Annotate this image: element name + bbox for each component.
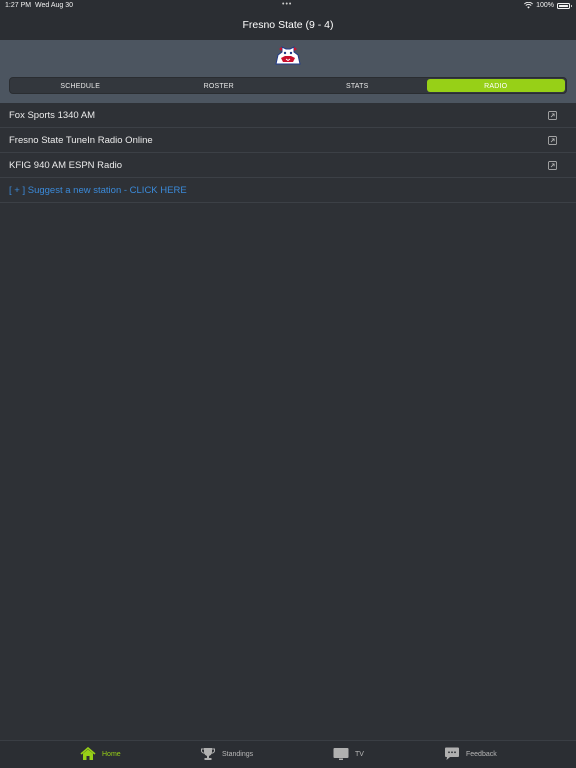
external-link-icon	[548, 136, 557, 145]
tab-tv-label: TV	[355, 750, 364, 758]
battery-icon	[557, 2, 572, 9]
chat-bubble-icon	[445, 747, 459, 760]
trophy-icon	[201, 748, 215, 760]
station-label: Fox Sports 1340 AM	[9, 110, 96, 121]
home-icon	[80, 747, 96, 760]
tab-radio[interactable]: RADIO	[426, 79, 565, 92]
suggest-station-link[interactable]: [ + ] Suggest a new station - CLICK HERE	[9, 185, 187, 196]
list-item[interactable]: Fresno State TuneIn Radio Online	[0, 128, 576, 153]
status-time: 1:27 PM	[5, 2, 32, 9]
list-item[interactable]: KFIG 940 AM ESPN Radio	[0, 153, 576, 178]
page-title: Fresno State (9 - 4)	[242, 19, 334, 31]
station-label: Fresno State TuneIn Radio Online	[9, 135, 153, 146]
tab-feedback-label: Feedback	[466, 750, 497, 758]
suggest-station-row[interactable]: [ + ] Suggest a new station - CLICK HERE	[0, 178, 576, 203]
tab-schedule[interactable]: SCHEDULE	[11, 79, 150, 92]
bulldog-logo-icon	[275, 46, 301, 65]
tab-standings[interactable]: Standings	[200, 747, 253, 761]
status-date: Wed Aug 30	[35, 2, 74, 9]
tab-roster[interactable]: ROSTER	[150, 79, 289, 92]
tab-feedback[interactable]: Feedback	[444, 747, 497, 761]
tab-stats[interactable]: STATS	[288, 79, 427, 92]
tv-icon	[333, 748, 349, 760]
bottom-tab-bar: Home Standings TV Feedback	[0, 740, 576, 768]
tab-tv[interactable]: TV	[333, 747, 364, 761]
external-link-icon	[548, 161, 557, 170]
tab-home-label: Home	[102, 750, 121, 758]
list-item[interactable]: Fox Sports 1340 AM	[0, 103, 576, 128]
status-bar: 1:27 PM Wed Aug 30 ••• 100%	[0, 0, 576, 12]
navigation-bar: Fresno State (9 - 4)	[0, 12, 576, 40]
status-right: 100%	[524, 2, 572, 9]
tab-standings-label: Standings	[222, 750, 254, 758]
battery-percent: 100%	[536, 2, 554, 9]
tab-home[interactable]: Home	[80, 747, 121, 761]
section-segmented-control: SCHEDULE ROSTER STATS RADIO	[9, 77, 567, 94]
external-link-icon	[548, 111, 557, 120]
radio-station-list: Fox Sports 1340 AM Fresno State TuneIn R…	[0, 103, 576, 203]
multitask-dots-icon[interactable]: •••	[282, 1, 292, 8]
wifi-icon	[524, 2, 534, 9]
station-label: KFIG 940 AM ESPN Radio	[9, 160, 122, 171]
